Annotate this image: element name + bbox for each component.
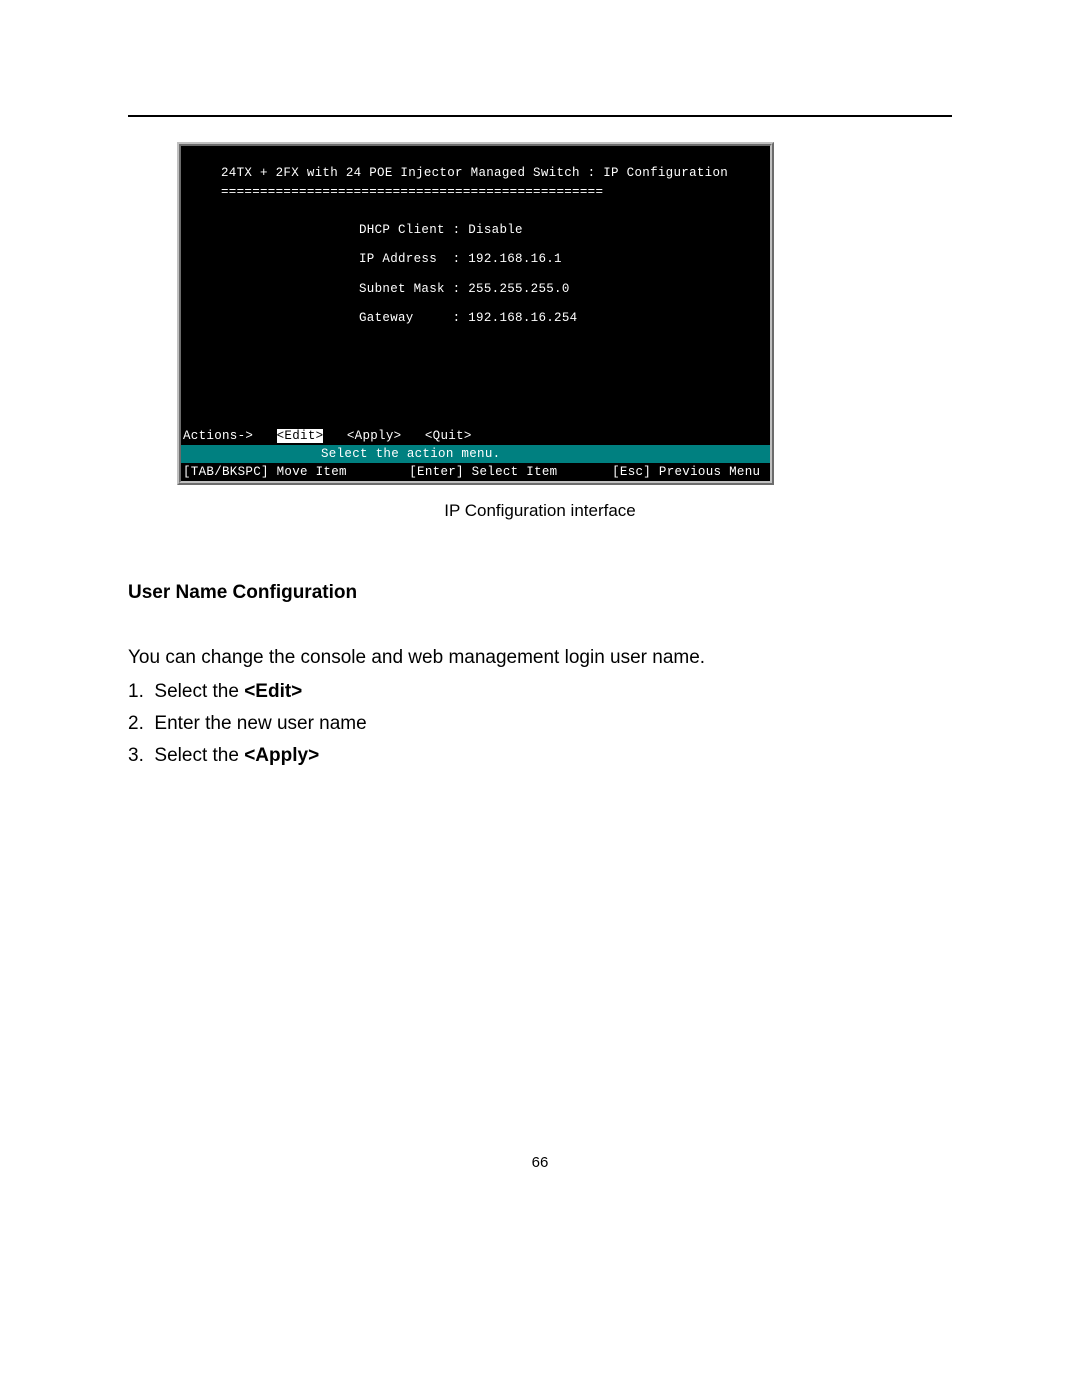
step-2-num: 2. <box>128 713 144 734</box>
actions-row: Actions-> <Edit> <Apply> <Quit> <box>181 427 770 445</box>
page-number: 66 <box>0 1154 1080 1171</box>
subnet-label: Subnet Mask : <box>359 282 460 296</box>
section-heading: User Name Configuration <box>128 582 357 604</box>
step-2: 2. Enter the new user name <box>128 713 367 735</box>
terminal-inner: 24TX + 2FX with 24 POE Injector Managed … <box>181 146 770 481</box>
actions-area: Actions-> <Edit> <Apply> <Quit> Select t… <box>181 427 770 481</box>
help-move: [TAB/BKSPC] Move Item <box>183 465 347 479</box>
dhcp-label: DHCP Client : <box>359 223 460 237</box>
ip-label: IP Address : <box>359 252 460 266</box>
step-1: 1. Select the <Edit> <box>128 681 302 703</box>
terminal-title: 24TX + 2FX with 24 POE Injector Managed … <box>189 164 762 183</box>
action-apply[interactable]: <Apply> <box>347 429 402 443</box>
terminal-window: 24TX + 2FX with 24 POE Injector Managed … <box>177 142 774 485</box>
hint-bar: Select the action menu. <box>181 445 770 463</box>
help-row: [TAB/BKSPC] Move Item [Enter] Select Ite… <box>181 463 770 481</box>
top-rule <box>128 115 952 117</box>
terminal-divider: ========================================… <box>189 183 762 202</box>
step-3-bold: <Apply> <box>244 745 319 766</box>
step-2-text: Enter the new user name <box>154 713 366 734</box>
action-edit[interactable]: <Edit> <box>277 429 324 443</box>
step-3: 3. Select the <Apply> <box>128 745 319 767</box>
subnet-value: 255.255.255.0 <box>468 282 569 296</box>
help-select: [Enter] Select Item <box>409 465 557 479</box>
gateway-row: Gateway : 192.168.16.254 <box>189 309 762 328</box>
step-1-pre: Select the <box>154 681 244 702</box>
gateway-label: Gateway : <box>359 311 460 325</box>
help-esc: [Esc] Previous Menu <box>612 465 760 479</box>
ip-value: 192.168.16.1 <box>468 252 562 266</box>
intro-text: You can change the console and web manag… <box>128 647 705 669</box>
ip-row: IP Address : 192.168.16.1 <box>189 250 762 269</box>
step-3-pre: Select the <box>154 745 244 766</box>
actions-prefix: Actions-> <box>183 429 253 443</box>
subnet-row: Subnet Mask : 255.255.255.0 <box>189 280 762 299</box>
step-3-num: 3. <box>128 745 144 766</box>
step-1-num: 1. <box>128 681 144 702</box>
figure-caption: IP Configuration interface <box>0 501 1080 521</box>
dhcp-row: DHCP Client : Disable <box>189 221 762 240</box>
action-quit[interactable]: <Quit> <box>425 429 472 443</box>
gateway-value: 192.168.16.254 <box>468 311 577 325</box>
dhcp-value: Disable <box>468 223 523 237</box>
step-1-bold: <Edit> <box>244 681 302 702</box>
